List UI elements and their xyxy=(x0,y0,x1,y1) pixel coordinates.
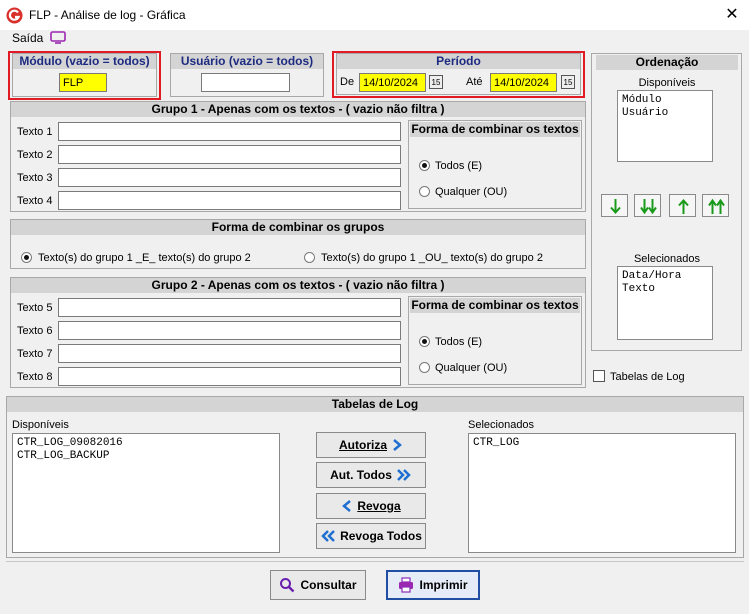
ordenacao-disponiveis-list[interactable]: Módulo Usuário xyxy=(617,90,713,162)
ordenacao-selecionados-list[interactable]: Data/Hora Texto xyxy=(617,266,713,340)
grupo2-combine-header: Forma de combinar os textos xyxy=(410,298,580,313)
grupo1-todos-label: Todos (E) xyxy=(435,160,483,172)
revoga-todos-button-label: Revoga Todos xyxy=(340,529,422,543)
magnifier-icon xyxy=(280,578,295,593)
texto5-input[interactable] xyxy=(58,298,401,317)
window-title: FLP - Análise de log - Gráfica xyxy=(29,8,186,22)
texto7-label: Texto 7 xyxy=(17,348,53,360)
revoga-todos-button[interactable]: Revoga Todos xyxy=(316,523,426,549)
list-item[interactable]: CTR_LOG_09082016 xyxy=(17,437,275,450)
texto3-input[interactable] xyxy=(58,168,401,187)
texto1-input[interactable] xyxy=(58,122,401,141)
texto8-label: Texto 8 xyxy=(17,371,53,383)
list-item[interactable]: CTR_LOG_BACKUP xyxy=(17,450,275,463)
arrow-down-icon xyxy=(610,199,621,214)
tabelas-de-log-checkbox[interactable] xyxy=(593,370,605,382)
chevron-left-icon xyxy=(342,500,352,512)
grupo1-qualquer-label: Qualquer (OU) xyxy=(435,186,508,198)
autoriza-button[interactable]: Autoriza xyxy=(316,432,426,458)
grupo1-qualquer-radio[interactable] xyxy=(419,186,430,197)
periodo-ate-input[interactable]: 14/10/2024 xyxy=(490,73,557,92)
texto2-input[interactable] xyxy=(58,145,401,164)
texto3-label: Texto 3 xyxy=(17,172,53,184)
list-item[interactable]: Texto xyxy=(622,283,708,296)
list-item[interactable]: Usuário xyxy=(622,107,708,120)
periodo-de-label: De xyxy=(340,76,355,88)
texto6-input[interactable] xyxy=(58,321,401,340)
printer-icon xyxy=(399,577,414,593)
tabelas-de-log-checkbox-label: Tabelas de Log xyxy=(610,371,685,383)
grupo2-todos-radio[interactable] xyxy=(419,336,430,347)
autoriza-button-label: Autoriza xyxy=(339,438,387,452)
imprimir-button[interactable]: Imprimir xyxy=(386,570,480,600)
grupos-e-label: Texto(s) do grupo 1 _E_ texto(s) do grup… xyxy=(38,252,251,264)
grupo2-todos-label: Todos (E) xyxy=(435,336,483,348)
ordenacao-header: Ordenação xyxy=(596,55,738,70)
grupos-ou-radio[interactable] xyxy=(304,252,315,263)
double-arrow-down-icon xyxy=(640,199,657,215)
double-chevron-left-icon xyxy=(321,530,335,542)
grupo2-header: Grupo 2 - Apenas com os textos - ( vazio… xyxy=(11,278,585,293)
list-item[interactable]: CTR_LOG xyxy=(473,437,731,450)
grupo1-todos-radio[interactable] xyxy=(419,160,430,171)
usuario-input[interactable] xyxy=(201,73,290,92)
calendar-icon[interactable]: 15 xyxy=(561,75,575,89)
double-chevron-right-icon xyxy=(396,469,411,481)
grupo1-header: Grupo 1 - Apenas com os textos - ( vazio… xyxy=(11,102,585,117)
periodo-de-input[interactable]: 14/10/2024 xyxy=(359,73,426,92)
periodo-ate-label: Até xyxy=(466,76,483,88)
chevron-right-icon xyxy=(393,439,402,451)
calendar-icon[interactable]: 15 xyxy=(429,75,443,89)
app-logo-icon xyxy=(6,7,23,24)
texto5-label: Texto 5 xyxy=(17,302,53,314)
combinar-grupos-header: Forma de combinar os grupos xyxy=(11,220,585,235)
monitor-icon[interactable] xyxy=(50,31,66,44)
usuario-header: Usuário (vazio = todos) xyxy=(171,54,323,69)
grupo2-qualquer-radio[interactable] xyxy=(419,362,430,373)
modulo-input[interactable]: FLP xyxy=(59,73,107,92)
texto4-label: Texto 4 xyxy=(17,195,53,207)
move-up-button[interactable] xyxy=(669,194,696,217)
move-all-down-button[interactable] xyxy=(634,194,661,217)
imprimir-button-label: Imprimir xyxy=(419,578,468,592)
tabelas-selecionados-list[interactable]: CTR_LOG xyxy=(468,433,736,553)
close-icon[interactable]: ✕ xyxy=(721,4,743,26)
texto2-label: Texto 2 xyxy=(17,149,53,161)
texto7-input[interactable] xyxy=(58,344,401,363)
footer-divider xyxy=(6,561,744,562)
revoga-button-label: Revoga xyxy=(357,499,401,513)
tabelas-log-header: Tabelas de Log xyxy=(7,397,743,412)
aut-todos-button-label: Aut. Todos xyxy=(330,468,392,482)
list-item[interactable]: Data/Hora xyxy=(622,270,708,283)
ordenacao-disponiveis-label: Disponíveis xyxy=(638,77,696,89)
revoga-button[interactable]: Revoga xyxy=(316,493,426,519)
move-down-button[interactable] xyxy=(601,194,628,217)
texto8-input[interactable] xyxy=(58,367,401,386)
texto4-input[interactable] xyxy=(58,191,401,210)
grupos-ou-label: Texto(s) do grupo 1 _OU_ texto(s) do gru… xyxy=(321,252,543,264)
grupos-e-radio[interactable] xyxy=(21,252,32,263)
menu-saida[interactable]: Saída xyxy=(12,31,43,45)
tabelas-selecionados-label: Selecionados xyxy=(468,419,535,431)
arrow-up-icon xyxy=(678,199,689,214)
aut-todos-button[interactable]: Aut. Todos xyxy=(316,462,426,488)
ordenacao-selecionados-label: Selecionados xyxy=(633,253,701,265)
texto1-label: Texto 1 xyxy=(17,126,53,138)
tabelas-disponiveis-label: Disponíveis xyxy=(12,419,69,431)
list-item[interactable]: Módulo xyxy=(622,94,708,107)
double-arrow-up-icon xyxy=(708,198,725,214)
consultar-button[interactable]: Consultar xyxy=(270,570,366,600)
grupo2-qualquer-label: Qualquer (OU) xyxy=(435,362,508,374)
move-all-up-button[interactable] xyxy=(702,194,729,217)
modulo-header: Módulo (vazio = todos) xyxy=(13,54,156,69)
grupo1-combine-header: Forma de combinar os textos xyxy=(410,122,580,137)
texto6-label: Texto 6 xyxy=(17,325,53,337)
periodo-header: Período xyxy=(337,54,580,69)
consultar-button-label: Consultar xyxy=(300,578,357,592)
tabelas-disponiveis-list[interactable]: CTR_LOG_09082016 CTR_LOG_BACKUP xyxy=(12,433,280,553)
